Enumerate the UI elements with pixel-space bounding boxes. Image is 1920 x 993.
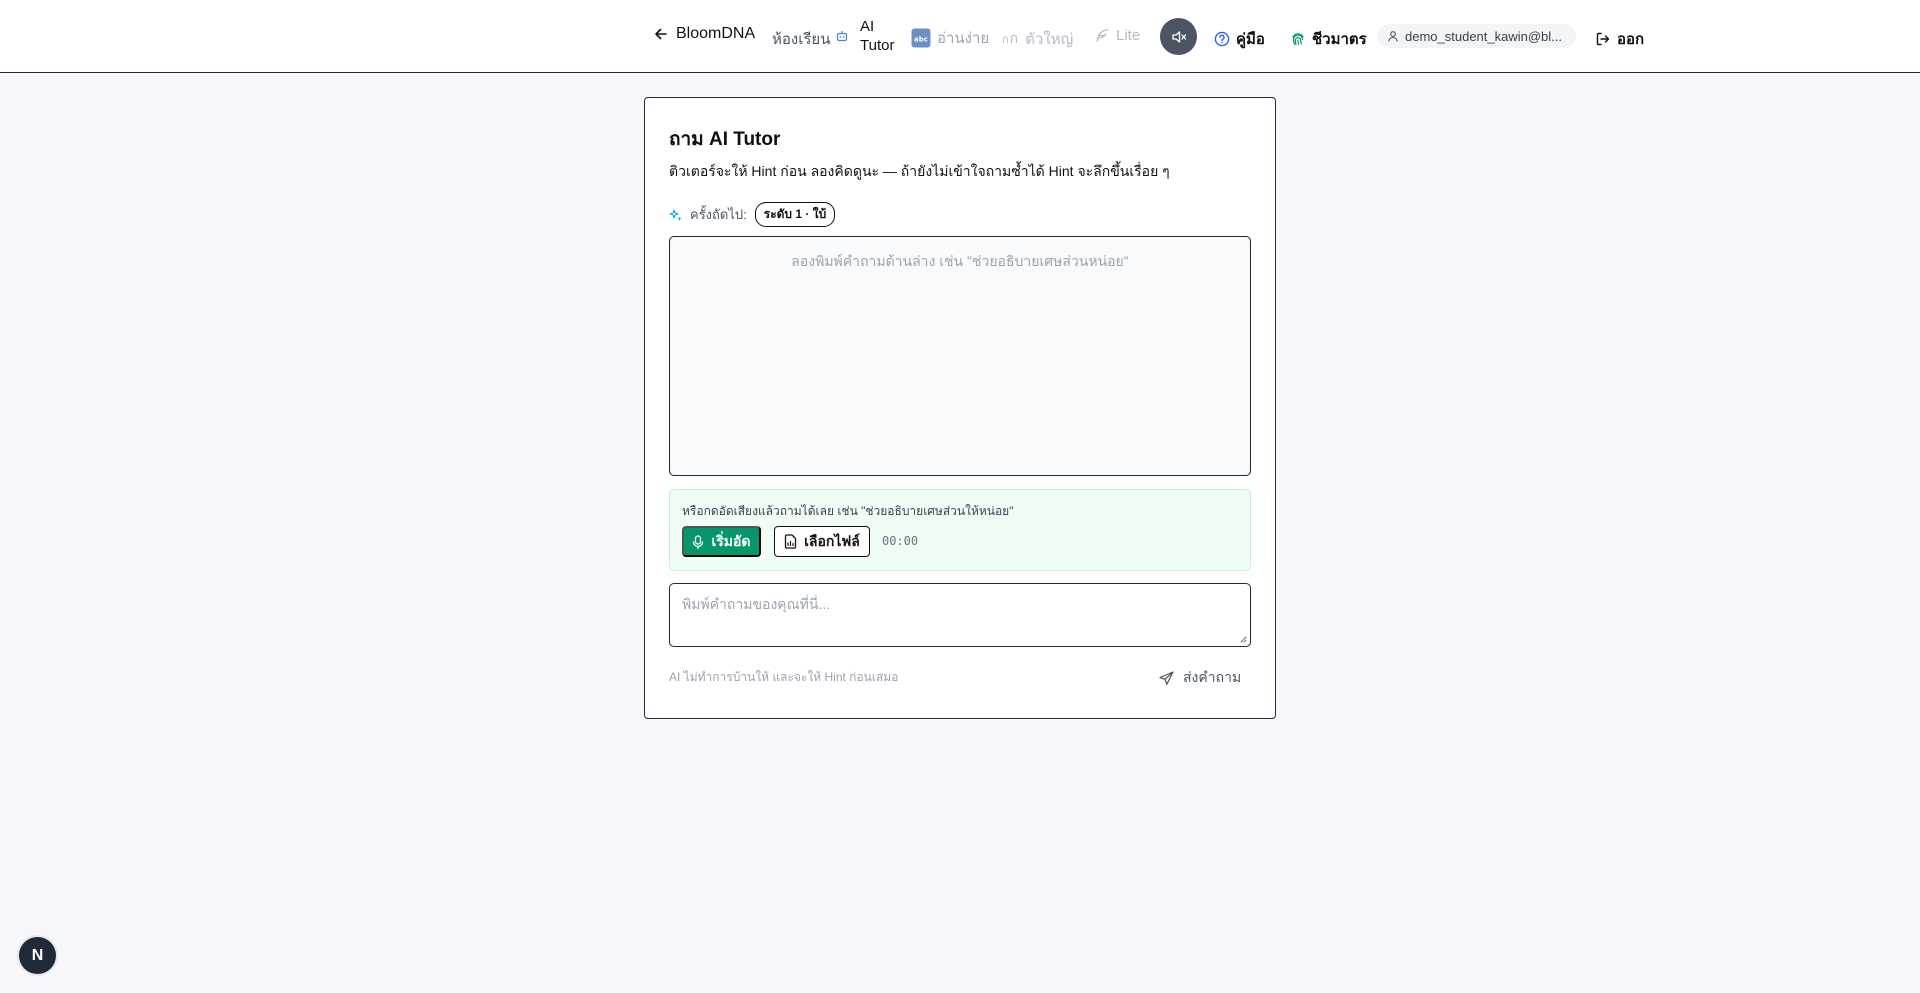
voice-input-panel: หรือกดอัดเสียงแล้วถามได้เลย เช่น "ช่วยอธ… (669, 489, 1251, 571)
choose-file-button[interactable]: เลือกไฟล์ (774, 526, 870, 557)
feather-icon (1096, 29, 1109, 42)
biometric-link[interactable]: ชีวมาตร (1290, 27, 1367, 51)
top-navbar: BloomDNA ห้องเรียน AI Tutor abc อ่านง่าย… (0, 0, 1920, 73)
guide-link[interactable]: คู่มือ (1214, 27, 1265, 51)
logout-button[interactable]: ออก (1595, 27, 1644, 51)
back-link-label: BloomDNA (676, 25, 756, 42)
chat-messages-area[interactable]: ลองพิมพ์คำถามด้านล่าง เช่น "ช่วยอธิบายเศ… (669, 236, 1251, 476)
nav-classroom[interactable]: ห้องเรียน (772, 27, 830, 51)
big-text-toggle[interactable]: ก ก ตัวใหญ่ (1002, 27, 1073, 51)
next-hint-level-row: ครั้งถัดไป: ระดับ 1 · ใบ้ (669, 202, 836, 227)
sound-toggle-button[interactable] (1160, 18, 1197, 55)
user-account-chip[interactable]: demo_student_kawin@bl... (1377, 24, 1577, 48)
start-recording-label: เริ่มอัด (711, 532, 751, 549)
nav-ai-tutor-line2: Tutor (860, 37, 895, 54)
big-text-icon-large: ก (1009, 30, 1019, 46)
next-label: ครั้งถัดไป: (690, 207, 747, 222)
choose-file-label: เลือกไฟล์ (804, 532, 860, 549)
easy-read-label: อ่านง่าย (937, 30, 990, 47)
mic-icon (693, 534, 704, 549)
user-icon (1388, 31, 1398, 42)
card-subtitle: ติวเตอร์จะให้ Hint ก่อน ลองคิดดูนะ — ถ้า… (669, 163, 1170, 179)
big-text-icon: ก (1002, 34, 1009, 46)
big-text-label: ตัวใหญ่ (1025, 31, 1074, 48)
back-link[interactable]: BloomDNA (654, 25, 755, 43)
send-question-label: ส่งคำถาม (1183, 669, 1242, 685)
nav-ai-tutor[interactable]: AI Tutor (836, 17, 894, 55)
voice-hint-text: หรือกดอัดเสียงแล้วถามได้เลย เช่น "ช่วยอธ… (682, 504, 1014, 518)
card-title: ถาม AI Tutor (669, 129, 781, 150)
fingerprint-icon (1292, 33, 1304, 46)
arrow-left-icon (655, 28, 667, 40)
question-input[interactable] (669, 583, 1251, 647)
nav-ai-tutor-line1: AI (860, 18, 875, 35)
nav-classroom-label: ห้องเรียน (772, 31, 831, 48)
recording-timer: 00:00 (882, 534, 919, 548)
hint-level-badge: ระดับ 1 · ใบ้ (754, 202, 836, 227)
svg-text:abc: abc (914, 36, 928, 44)
help-circle-icon (1214, 31, 1230, 47)
sparkles-icon (669, 208, 682, 221)
lite-toggle[interactable]: Lite (1095, 27, 1140, 44)
floating-n-badge[interactable]: N (19, 937, 56, 974)
ai-tutor-card: ถาม AI Tutor ติวเตอร์จะให้ Hint ก่อน ลอง… (644, 97, 1276, 719)
easy-read-toggle[interactable]: abc อ่านง่าย (911, 26, 989, 50)
ai-policy-note: AI ไม่ทำการบ้านให้ และจะให้ Hint ก่อนเสม… (669, 670, 899, 684)
robot-icon (836, 31, 848, 42)
guide-label: คู่มือ (1236, 31, 1265, 48)
send-question-button[interactable]: ส่งคำถาม (1159, 667, 1241, 689)
send-icon (1159, 670, 1174, 685)
resize-grip-icon[interactable] (1239, 635, 1247, 643)
biometric-label: ชีวมาตร (1312, 31, 1367, 48)
logout-label: ออก (1617, 31, 1645, 48)
logout-icon (1596, 32, 1610, 46)
abc-icon: abc (911, 28, 931, 48)
file-icon (784, 534, 797, 549)
user-label: demo_student_kawin@bl... (1405, 28, 1563, 44)
chat-empty-hint: ลองพิมพ์คำถามด้านล่าง เช่น "ช่วยอธิบายเศ… (791, 253, 1129, 269)
speaker-mute-icon (1171, 30, 1186, 43)
start-recording-button[interactable]: เริ่มอัด (682, 526, 761, 557)
floating-n-letter: N (31, 946, 44, 964)
lite-label: Lite (1116, 27, 1141, 44)
